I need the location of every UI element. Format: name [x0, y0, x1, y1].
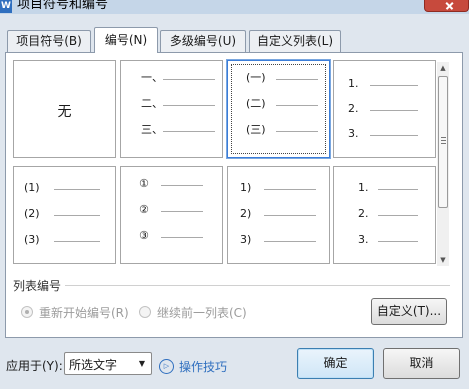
tab-multilevel[interactable]: 多级编号(U) [160, 30, 246, 52]
continue-list-radio[interactable] [139, 306, 151, 318]
preset-marker: ① [139, 177, 149, 190]
grip-icon [441, 137, 446, 144]
preset-arabic-dot-indented[interactable]: 1. 2. 3. [333, 166, 436, 264]
preset-marker: ③ [139, 229, 149, 242]
restart-numbering-radio[interactable] [21, 306, 33, 318]
preset-none[interactable]: 无 [13, 60, 116, 158]
preset-arabic-paren[interactable]: (1) (2) (3) [13, 166, 116, 264]
restart-numbering-label[interactable]: 重新开始编号(R) [39, 304, 129, 321]
play-icon[interactable]: ▷ [159, 359, 174, 374]
tab-custom-list[interactable]: 自定义列表(L) [249, 30, 341, 52]
tips-link[interactable]: 操作技巧 [179, 358, 227, 375]
preset-marker: 1) [240, 181, 252, 194]
preset-marker: (二) [246, 97, 266, 110]
preset-marker: 二、 [141, 97, 163, 110]
apply-to-value: 所选文字 [69, 358, 118, 372]
preset-none-label: 无 [57, 104, 72, 120]
preset-marker: (2) [24, 207, 40, 220]
wps-app-icon: W [0, 0, 12, 13]
window-title: 项目符号和编号 [17, 0, 109, 12]
apply-to-label: 应用于(Y): [6, 359, 63, 373]
customize-button[interactable]: 自定义(T)... [371, 298, 447, 325]
apply-to-select[interactable]: 所选文字 ▼ [64, 352, 152, 375]
preset-arabic-dot[interactable]: 1. 2. 3. [333, 60, 436, 158]
preset-marker: (1) [24, 181, 40, 194]
preset-marker: (三) [246, 123, 266, 136]
preset-scrollbar[interactable]: ▲ ▼ [437, 62, 449, 266]
preset-chinese-comma[interactable]: 一、 二、 三、 [120, 60, 223, 158]
scroll-down-icon[interactable]: ▼ [437, 254, 449, 266]
list-numbering-label: 列表编号 [13, 277, 66, 294]
chevron-down-icon: ▼ [138, 359, 146, 368]
scroll-up-icon[interactable]: ▲ [437, 62, 449, 74]
ok-button[interactable]: 确定 [297, 348, 374, 379]
preset-arabic-half-paren[interactable]: 1) 2) 3) [227, 166, 330, 264]
preset-marker: 1. [358, 181, 369, 194]
preset-marker: 2. [358, 207, 369, 220]
scroll-thumb[interactable] [438, 76, 448, 208]
continue-list-label[interactable]: 继续前一列表(C) [157, 304, 247, 321]
preset-marker: 三、 [141, 123, 163, 136]
preset-marker: 1. [348, 77, 359, 90]
preset-marker: (3) [24, 233, 40, 246]
preset-marker: 一、 [141, 71, 163, 84]
tab-bullets[interactable]: 项目符号(B) [7, 30, 91, 52]
preset-marker: 2) [240, 207, 252, 220]
preset-marker: 3. [348, 127, 359, 140]
preset-marker: ② [139, 203, 149, 216]
preset-circled[interactable]: ① ② ③ [120, 166, 223, 264]
preset-marker: 3) [240, 233, 252, 246]
preset-marker: (一) [246, 71, 266, 84]
section-divider [62, 285, 450, 286]
preset-chinese-paren[interactable]: (一) (二) (三) [226, 59, 331, 159]
preset-marker: 2. [348, 102, 359, 115]
title-bar: W 项目符号和编号 [0, 0, 469, 14]
close-button[interactable] [424, 0, 469, 12]
cancel-button[interactable]: 取消 [383, 348, 460, 379]
preset-marker: 3. [358, 233, 369, 246]
tab-numbering[interactable]: 编号(N) [94, 27, 158, 53]
